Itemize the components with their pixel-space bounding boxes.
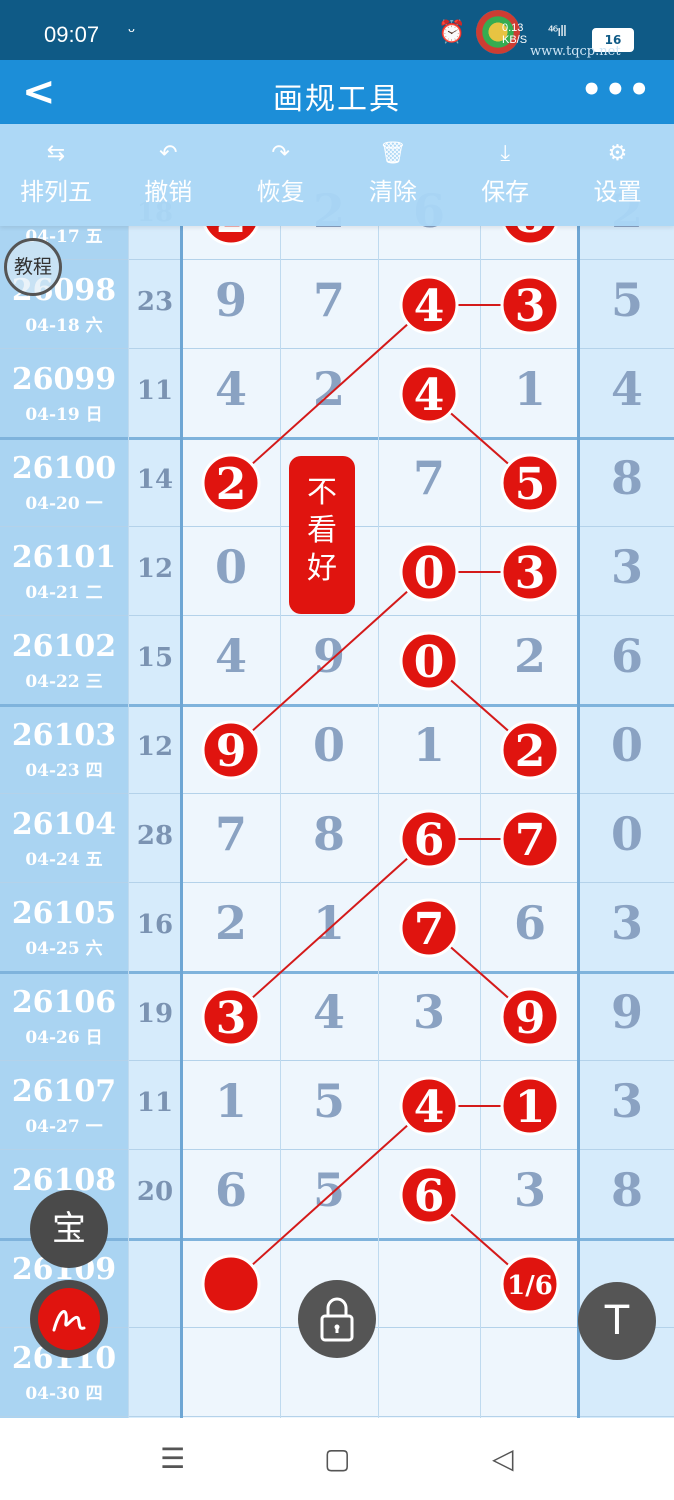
marked-digit: 3 [216,993,247,1044]
marked-digit: 8 [515,226,546,243]
lock-button[interactable] [298,1280,376,1358]
not-recommended-tag: 不看好 [289,456,355,614]
alarm-icon: ⏰ [438,20,466,45]
marked-number[interactable] [201,1254,261,1314]
marked-digit: 6 [414,1171,445,1222]
watermark-text: www.tqcp.net [530,44,621,59]
redo-label: 恢复 [256,178,305,206]
marked-digit: 9 [515,993,546,1044]
toolbar-undo-button[interactable]: ↶ 撤销 [112,140,224,207]
marked-digit: 7 [414,904,445,955]
marked-digit: 9 [216,726,247,777]
toolbar: ⇆ 排列五 ↶ 撤销 ↷ 恢复 🗑 清除 ⤓ 保存 ⚙ 设置 [0,124,674,226]
notification-icon: ᵕ [128,22,136,43]
marked-digit: 6 [414,815,445,866]
marked-number[interactable]: 2 [203,226,259,246]
clear-icon: 🗑 [378,141,407,166]
marked-number[interactable]: 5 [500,453,560,513]
marked-number[interactable]: 1/6 [500,1254,560,1314]
net-speed: 0.13 KB/S [502,22,528,46]
toolbar-clear-button[interactable]: 🗑 清除 [337,140,449,207]
app-header: < 画规工具 ••• [0,60,674,124]
marked-digit: 3 [515,548,546,599]
save-label: 保存 [481,178,530,206]
marked-digit: 4 [414,370,445,421]
connector-line [230,1105,430,1285]
marked-digit: 3 [515,281,546,332]
marked-number[interactable]: 4 [399,1076,459,1136]
more-menu-button[interactable]: ••• [581,70,652,110]
status-time: 09:07 [44,22,100,47]
toolbar-arrange-button[interactable]: ⇆ 排列五 [0,140,112,207]
marked-digit: 1 [515,1082,546,1133]
signal-icon: ⁴⁶ıll [548,24,567,40]
marked-digit: 2 [216,459,247,510]
settings-label: 设置 [593,178,642,206]
marked-digit: 4 [414,281,445,332]
home-nav-button[interactable]: ▢ [324,1442,350,1475]
redo-icon: ↷ [271,141,290,166]
treasure-button[interactable]: 宝 [30,1190,108,1268]
settings-icon: ⚙ [607,141,628,166]
marked-digit: 1/6 [507,1271,553,1301]
system-nav-bar: ☰ ▢ ◁ [0,1418,674,1500]
marked-number[interactable]: 1 [500,1076,560,1136]
marked-digit: 2 [216,226,247,243]
marked-digit: 4 [414,1082,445,1133]
arrange-icon: ⇆ [46,141,66,166]
marked-digit: 7 [515,815,546,866]
page-title: 画规工具 [273,82,401,117]
marked-number[interactable]: 3 [500,542,560,602]
marked-number[interactable]: 2 [500,720,560,780]
lock-icon [320,1297,354,1342]
clear-label: 清除 [368,178,417,206]
menu-nav-button[interactable]: ☰ [160,1442,185,1475]
toolbar-settings-button[interactable]: ⚙ 设置 [562,140,674,207]
marked-number[interactable]: 0 [399,542,459,602]
marked-number[interactable]: 4 [399,364,459,424]
marked-number[interactable]: 6 [399,1165,459,1225]
text-tool-button[interactable]: T [578,1282,656,1360]
save-icon: ⤓ [500,141,511,166]
marked-number[interactable]: 7 [500,809,560,869]
status-bar: 09:07 ᵕ ⏰ 0.13 KB/S ⁴⁶ıll 16 www.tqcp.net [0,0,674,60]
marked-digit: 0 [414,637,445,688]
marked-number[interactable]: 7 [399,898,459,958]
connector-line [230,838,430,1018]
marked-number[interactable]: 0 [399,631,459,691]
marked-number[interactable]: 4 [399,275,459,335]
undo-label: 撤销 [144,178,193,206]
marked-digit: 2 [515,726,546,777]
marked-number[interactable]: 3 [201,987,261,1047]
pen-tool-button[interactable] [30,1280,108,1358]
toolbar-redo-button[interactable]: ↷ 恢复 [225,140,337,207]
tutorial-button[interactable]: 教程 [4,238,62,296]
marked-number[interactable]: 9 [201,720,261,780]
marked-digit: 5 [515,459,546,510]
marked-number[interactable]: 8 [502,226,558,246]
marked-digit: 0 [414,548,445,599]
marked-number[interactable]: 6 [399,809,459,869]
undo-icon: ↶ [159,141,178,166]
arrange-label: 排列五 [20,178,92,206]
marked-number[interactable]: 3 [500,275,560,335]
marked-number[interactable]: 9 [500,987,560,1047]
back-nav-button[interactable]: ◁ [492,1442,514,1475]
pen-icon [38,1288,100,1350]
toolbar-save-button[interactable]: ⤓ 保存 [449,140,561,207]
marked-number[interactable]: 2 [201,453,261,513]
